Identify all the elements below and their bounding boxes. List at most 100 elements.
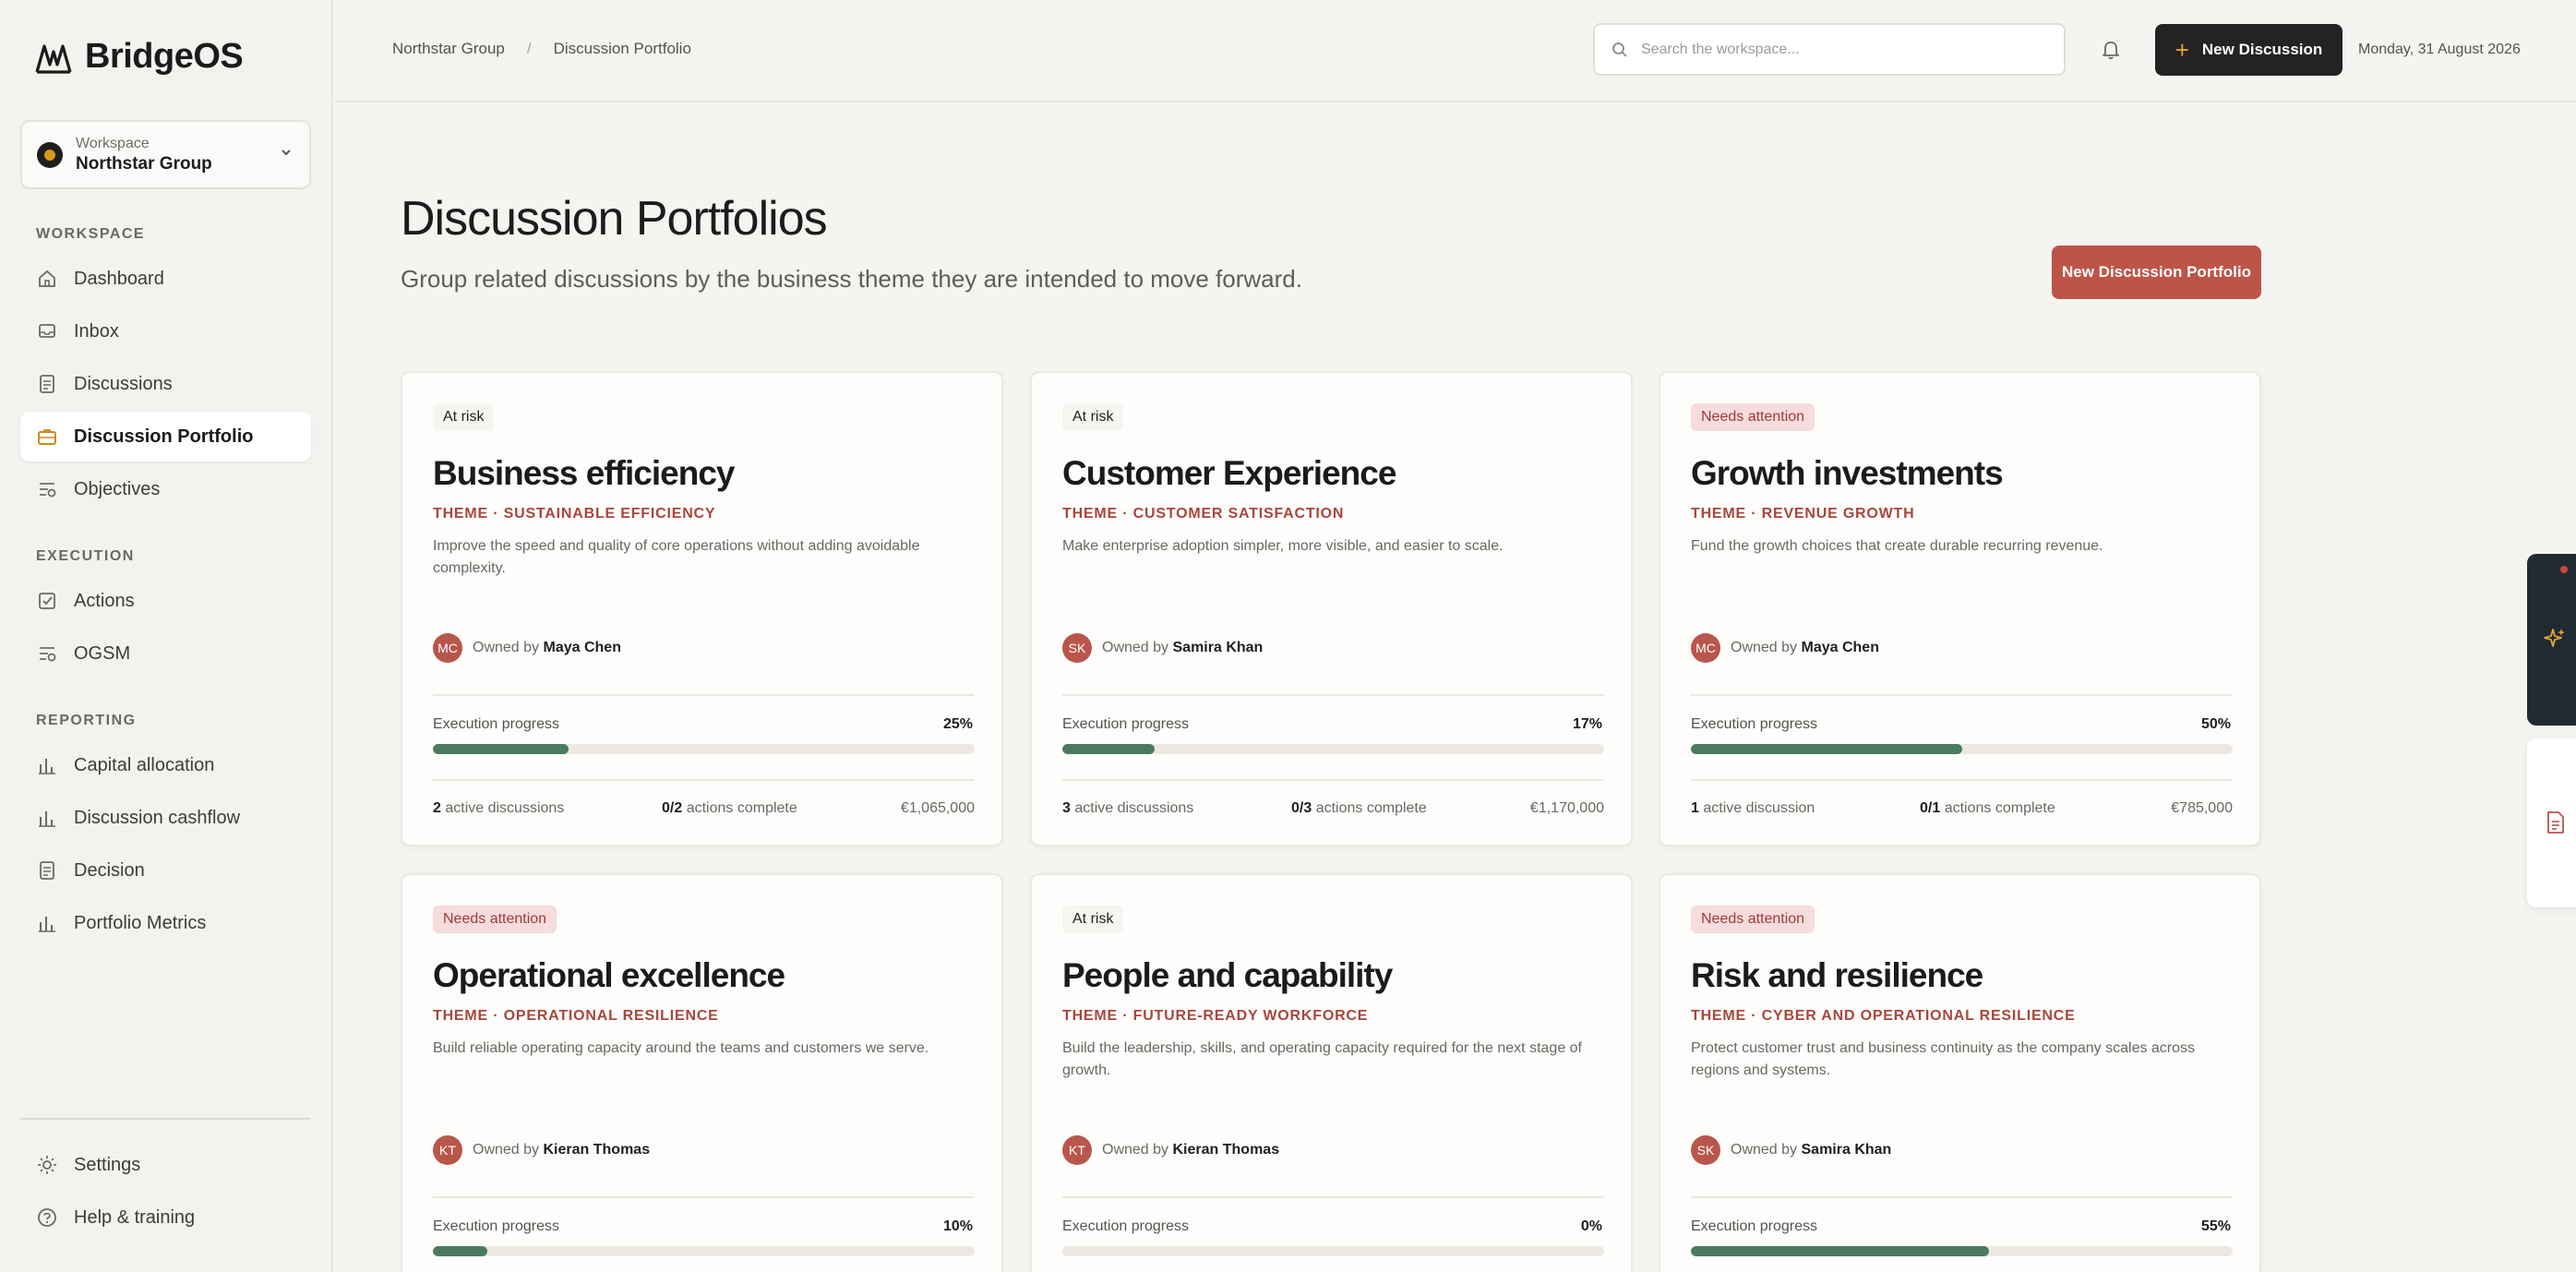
actions-ratio: 0/2 (662, 800, 683, 816)
bell-icon[interactable] (2098, 36, 2124, 62)
page-title: Discussion Portfolios (401, 192, 828, 246)
app-logo[interactable]: BridgeOS (35, 37, 244, 77)
discussions-count: 2 (433, 800, 441, 816)
progress-percent: 17% (1572, 716, 1602, 732)
sidebar-item-ogsm[interactable]: OGSM (20, 629, 311, 678)
nav-section-workspace: WORKSPACE (36, 226, 146, 242)
actions-label: actions complete (686, 800, 797, 816)
discussions-label: active discussions (1074, 800, 1194, 816)
progress-fill (433, 1246, 487, 1256)
owned-by-label: Owned by (1731, 1142, 1798, 1158)
new-discussion-button[interactable]: + New Discussion (2155, 24, 2342, 76)
ai-assistant-tab[interactable] (2527, 554, 2576, 726)
sidebar-item-discussions[interactable]: Discussions (20, 359, 311, 409)
owned-by-label: Owned by (473, 640, 540, 655)
progress-fill (1691, 744, 1962, 754)
help-circle-icon (38, 1208, 56, 1227)
progress-bar (1691, 1246, 2233, 1256)
notification-dot (2560, 566, 2568, 573)
card-divider (1691, 1196, 2233, 1198)
sidebar-item-label: Objectives (74, 478, 161, 499)
workspace-kicker: Workspace (76, 135, 150, 151)
status-badge: Needs attention (433, 906, 557, 933)
portfolio-description: Build reliable operating capacity around… (433, 1040, 929, 1056)
portfolio-card[interactable]: Needs attention Risk and resilience THEM… (1659, 873, 2261, 1272)
portfolio-description: Protect customer trust and business cont… (1691, 1040, 2196, 1078)
progress-fill (1691, 1246, 1989, 1256)
portfolio-theme: THEME · CYBER AND OPERATIONAL RESILIENCE (1691, 1008, 2076, 1024)
progress-bar (433, 1246, 975, 1256)
card-divider (433, 1196, 975, 1198)
portfolio-owner: SK Owned by Samira Khan (1062, 633, 1263, 663)
chevron-down-icon (282, 150, 291, 156)
breadcrumb-item[interactable]: Northstar Group (392, 40, 505, 58)
sidebar-item-label: Discussion cashflow (74, 807, 241, 828)
progress-bar (1062, 1246, 1604, 1256)
sidebar-item-inbox[interactable]: Inbox (20, 306, 311, 356)
notes-tab[interactable] (2527, 738, 2576, 907)
sidebar-item-actions[interactable]: Actions (20, 576, 311, 626)
portfolio-card[interactable]: At risk Customer Experience THEME · CUST… (1030, 371, 1633, 846)
progress-label: Execution progress (1062, 716, 1189, 732)
briefcase-icon (38, 429, 56, 445)
actions-ratio: 0/1 (1920, 800, 1941, 816)
owner-name: Maya Chen (543, 640, 621, 655)
sidebar-item-label: Discussion Portfolio (74, 426, 254, 447)
search-box[interactable] (1593, 23, 2066, 76)
avatar: KT (1062, 1135, 1092, 1165)
status-badge: At risk (1062, 906, 1124, 933)
bar-chart-icon (39, 917, 55, 932)
card-divider (1062, 779, 1604, 781)
status-badge: At risk (433, 403, 495, 431)
progress-label: Execution progress (1691, 1218, 1817, 1234)
owner-name: Samira Khan (1172, 640, 1264, 655)
discussions-label: active discussion (1703, 800, 1815, 816)
status-badge: Needs attention (1691, 906, 1815, 933)
workspace-switcher[interactable]: Workspace Northstar Group (20, 120, 311, 189)
search-input[interactable] (1641, 41, 2038, 58)
objectives-icon (40, 483, 56, 498)
progress-bar (433, 744, 975, 754)
progress-percent: 50% (2200, 716, 2231, 732)
app-name: BridgeOS (85, 37, 244, 76)
progress-percent: 10% (942, 1218, 973, 1234)
sidebar-item-label: Dashboard (74, 268, 164, 289)
sidebar-item-label: Capital allocation (74, 754, 215, 775)
portfolio-title: Operational excellence (433, 956, 785, 994)
nav-section-execution: EXECUTION (36, 548, 135, 564)
owned-by-label: Owned by (1102, 640, 1169, 655)
sparkle-icon (2544, 629, 2565, 647)
workspace-avatar (37, 141, 63, 168)
owner-name: Kieran Thomas (1172, 1142, 1280, 1158)
portfolio-owner: SK Owned by Samira Khan (1691, 1135, 1891, 1165)
sidebar-item-decision[interactable]: Decision (20, 846, 311, 895)
sidebar-divider (20, 1118, 311, 1120)
portfolio-owner: MC Owned by Maya Chen (433, 633, 621, 663)
portfolio-card[interactable]: At risk People and capability THEME · FU… (1030, 873, 1633, 1272)
portfolio-title: Growth investments (1691, 454, 2004, 492)
sidebar-item-capital-allocation[interactable]: Capital allocation (20, 740, 311, 790)
sidebar-item-discussion-cashflow[interactable]: Discussion cashflow (20, 793, 311, 843)
breadcrumb: Northstar Group / Discussion Portfolio (392, 40, 691, 58)
portfolio-theme: THEME · SUSTAINABLE EFFICIENCY (433, 506, 716, 522)
sidebar-item-settings[interactable]: Settings (20, 1140, 311, 1190)
progress-label: Execution progress (433, 1218, 559, 1234)
portfolio-card[interactable]: Needs attention Operational excellence T… (401, 873, 1003, 1272)
sidebar-item-discussion-portfolio[interactable]: Discussion Portfolio (20, 412, 311, 462)
home-icon (39, 270, 55, 287)
sidebar-item-label: Portfolio Metrics (74, 912, 207, 933)
status-badge: Needs attention (1691, 403, 1815, 431)
portfolio-card[interactable]: At risk Business efficiency THEME · SUST… (401, 371, 1003, 846)
sidebar-item-portfolio-metrics[interactable]: Portfolio Metrics (20, 898, 311, 948)
discussions-label: active discussions (445, 800, 565, 816)
sidebar-item-help[interactable]: Help & training (20, 1193, 311, 1242)
portfolio-owner: KT Owned by Kieran Thomas (1062, 1135, 1279, 1165)
sidebar-item-dashboard[interactable]: Dashboard (20, 254, 311, 304)
portfolio-title: People and capability (1062, 956, 1393, 994)
new-discussion-portfolio-button[interactable]: New Discussion Portfolio (2052, 246, 2261, 299)
portfolio-card[interactable]: Needs attention Growth investments THEME… (1659, 371, 2261, 846)
progress-fill (1062, 744, 1155, 754)
sidebar-item-objectives[interactable]: Objectives (20, 464, 311, 514)
owner-name: Samira Khan (1801, 1142, 1892, 1158)
portfolio-value: €785,000 (2171, 800, 2233, 816)
